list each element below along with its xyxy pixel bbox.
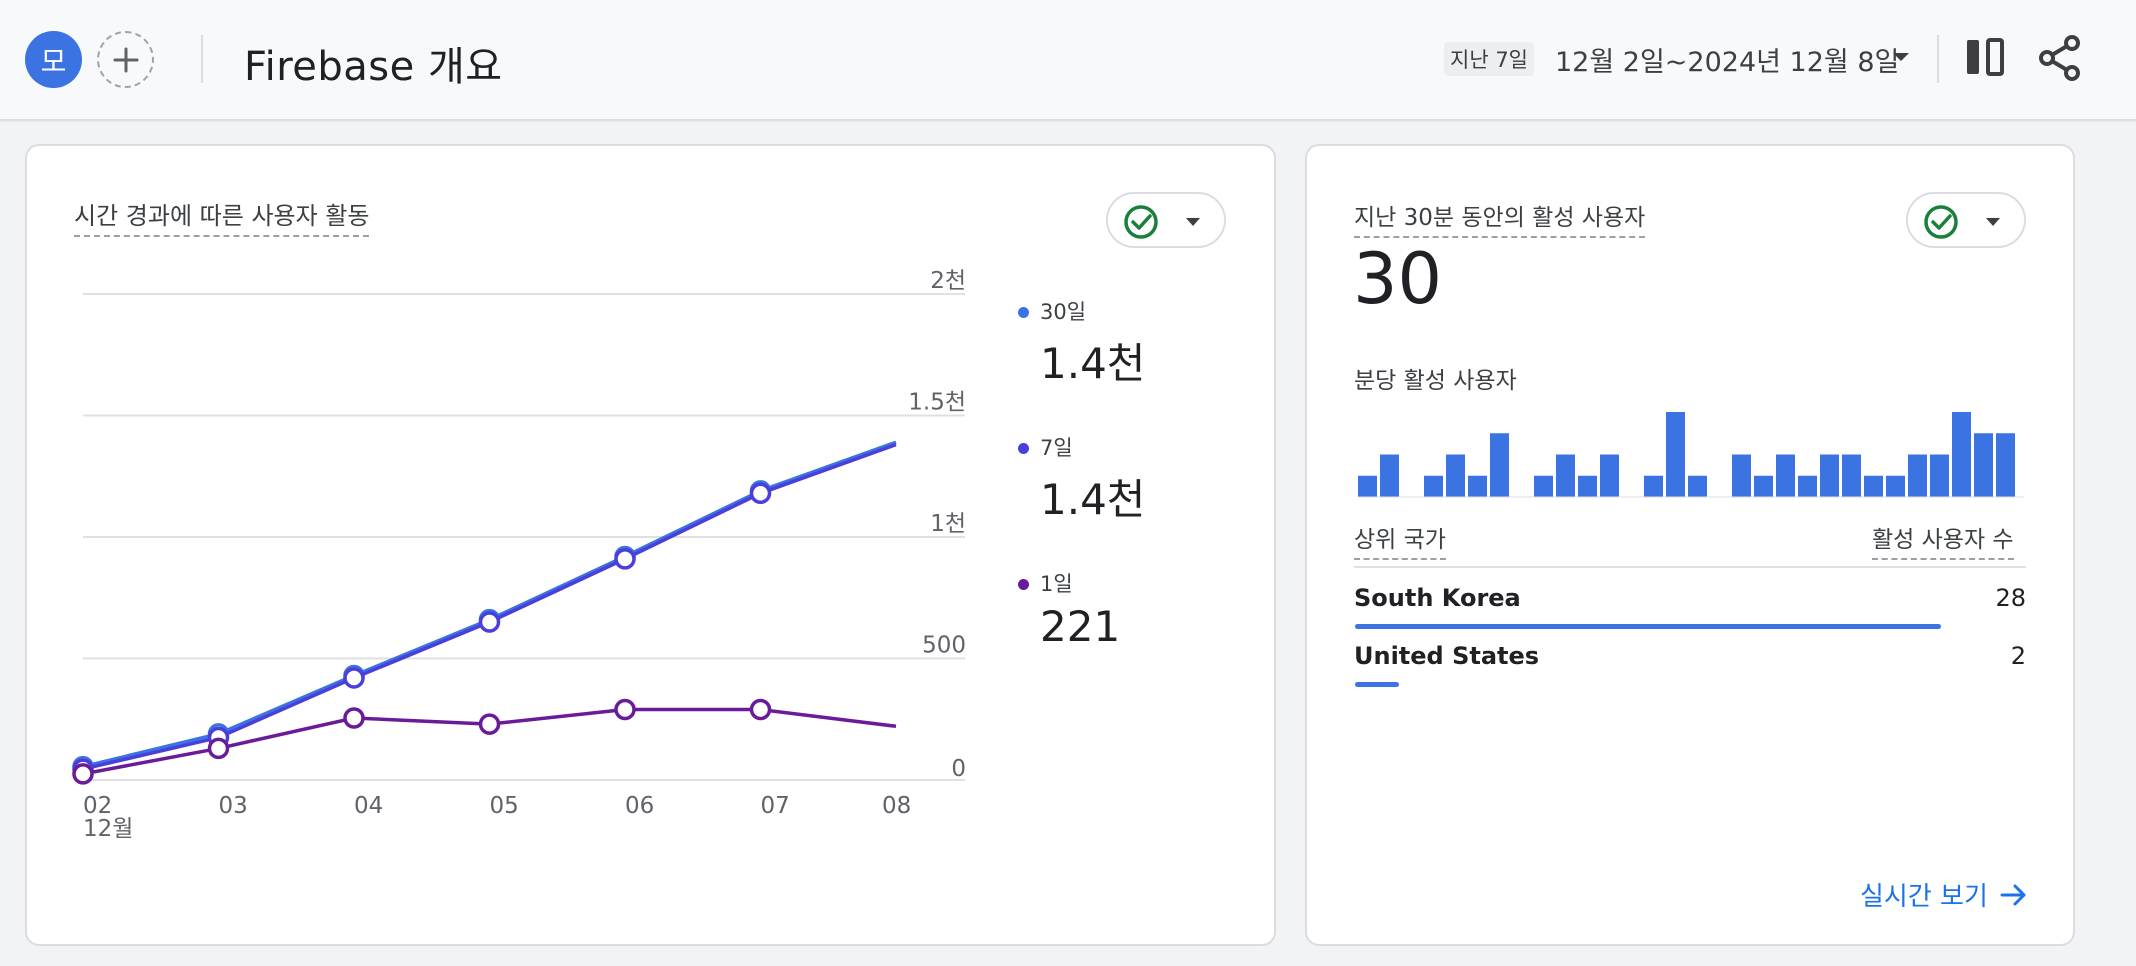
realtime-title[interactable]: 지난 30분 동안의 활성 사용자 (1354, 198, 1646, 238)
legend-7day-value: 1.4천 (1040, 475, 1146, 524)
table-divider (1354, 566, 2026, 568)
x-tick-label: 04 (354, 793, 383, 819)
view-realtime-link[interactable]: 실시간 보기 (1860, 876, 2028, 913)
legend-30day-value: 1.4천 (1040, 339, 1146, 388)
data-point (749, 482, 772, 505)
minute-bar[interactable] (1556, 454, 1575, 498)
arrow-right-icon (2000, 884, 2026, 905)
minute-bar[interactable] (1578, 475, 1597, 497)
minute-bar[interactable] (1666, 412, 1685, 497)
legend-1day-label: 1일 (1040, 572, 1073, 596)
minute-bar[interactable] (1534, 475, 1553, 497)
y-tick-label: 500 (922, 633, 966, 659)
active-users-header[interactable]: 활성 사용자 수 (1872, 520, 2014, 560)
minute-bar[interactable] (1468, 475, 1487, 497)
minute-bar[interactable] (1380, 454, 1399, 498)
minute-bar[interactable] (1886, 475, 1905, 497)
minute-bar[interactable] (1446, 454, 1465, 498)
x-month-label: 12월 (83, 816, 133, 842)
data-point (614, 698, 636, 721)
minute-bar[interactable] (1424, 475, 1443, 497)
minute-bar[interactable] (1952, 412, 1971, 497)
country-count-united-states: 2 (2010, 642, 2026, 670)
per-minute-bar-chart (1358, 412, 2024, 498)
minute-bar[interactable] (1732, 454, 1751, 498)
x-tick-label: 06 (625, 793, 654, 819)
minute-bar[interactable] (1974, 433, 1993, 497)
minute-bar[interactable] (1600, 454, 1619, 498)
legend-30day-dot (1018, 307, 1029, 318)
y-tick-label: 1천 (930, 511, 966, 537)
legend-7day-dot (1018, 443, 1029, 454)
y-tick-label: 1.5천 (908, 390, 966, 416)
legend-1day-value: 221 (1040, 602, 1121, 651)
minute-bar[interactable] (1490, 433, 1509, 497)
y-tick-label: 0 (951, 756, 966, 782)
data-point (207, 737, 230, 760)
minute-bar[interactable] (1688, 475, 1707, 497)
legend-30day-label: 30일 (1040, 300, 1087, 324)
x-tick-label: 08 (882, 793, 911, 819)
minute-bar[interactable] (1820, 454, 1839, 498)
data-point (478, 611, 501, 633)
minute-bar[interactable] (1930, 454, 1949, 498)
minute-bar[interactable] (1996, 433, 2015, 497)
country-count-south-korea: 28 (1995, 584, 2026, 612)
minute-bar[interactable] (1776, 454, 1795, 498)
minute-bar[interactable] (1644, 475, 1663, 497)
top-countries-header[interactable]: 상위 국가 (1354, 520, 1446, 560)
minute-bar[interactable] (1908, 454, 1927, 498)
data-point (749, 698, 772, 721)
x-tick-label: 07 (761, 793, 790, 819)
data-point (478, 713, 501, 735)
data-point (72, 763, 94, 785)
country-name-south-korea: South Korea (1354, 584, 1521, 612)
active-users-count: 30 (1353, 238, 1443, 320)
data-point (343, 707, 365, 729)
x-tick-label: 05 (490, 793, 519, 819)
data-point (343, 667, 365, 689)
x-tick-label: 03 (219, 793, 248, 819)
minute-bar[interactable] (1754, 475, 1773, 497)
data-point (614, 548, 636, 570)
country-share-bar-united-states (1355, 682, 1399, 687)
realtime-status-dropdown[interactable] (1906, 192, 2026, 248)
y-tick-label: 2천 (930, 268, 966, 294)
country-share-bar-south-korea (1355, 624, 1941, 629)
legend-7day-label: 7일 (1040, 436, 1073, 460)
per-minute-label: 분당 활성 사용자 (1354, 368, 1517, 394)
minute-bar[interactable] (1798, 475, 1817, 497)
minute-bar[interactable] (1864, 475, 1883, 497)
country-name-united-states: United States (1354, 642, 1540, 670)
check-circle-icon (1924, 205, 2000, 239)
view-realtime-label: 실시간 보기 (1860, 882, 1988, 912)
minute-bar[interactable] (1842, 454, 1861, 498)
minute-bar[interactable] (1358, 475, 1377, 497)
legend-1day-dot (1018, 579, 1029, 590)
